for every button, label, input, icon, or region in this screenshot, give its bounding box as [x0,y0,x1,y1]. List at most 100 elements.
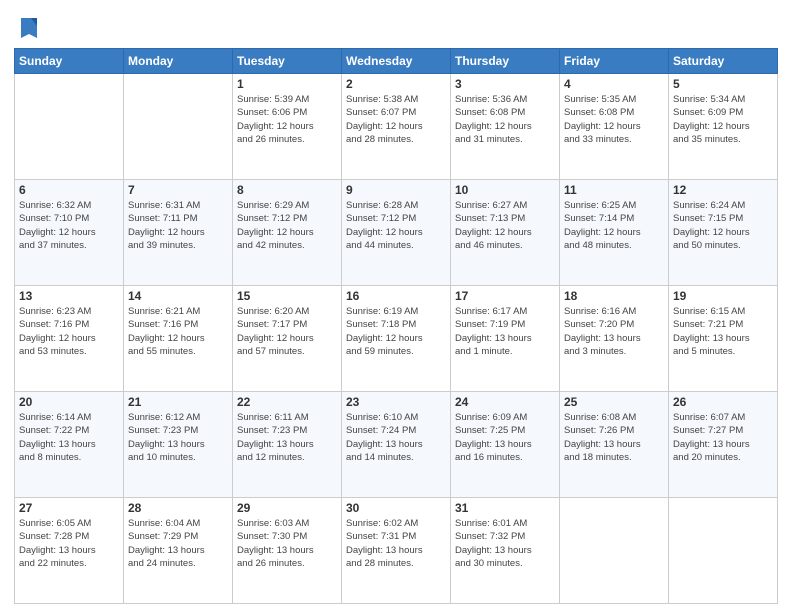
day-number: 2 [346,77,446,91]
day-cell: 29 Sunrise: 6:03 AM Sunset: 7:30 PM Dayli… [233,498,342,604]
day-cell: 21 Sunrise: 6:12 AM Sunset: 7:23 PM Dayli… [124,392,233,498]
day-cell: 16Sunrise: 6:19 AM Sunset: 7:18 PM Dayli… [342,286,451,392]
day-info: Sunrise: 6:03 AM Sunset: 7:30 PM Dayligh… [237,517,337,570]
day-number: 9 [346,183,446,197]
day-info: Sunrise: 6:01 AM Sunset: 7:32 PM Dayligh… [455,517,555,570]
day-number: 14 [128,289,228,303]
day-number: 20 [19,395,119,409]
calendar-body: 1 Sunrise: 5:39 AM Sunset: 6:06 PM Daylig… [15,74,778,604]
day-number: 16 [346,289,446,303]
day-cell: 24Sunrise: 6:09 AM Sunset: 7:25 PM Dayli… [451,392,560,498]
day-cell [15,74,124,180]
header-cell-tuesday: Tuesday [233,49,342,74]
day-number: 18 [564,289,664,303]
day-info: Sunrise: 6:05 AM Sunset: 7:28 PM Dayligh… [19,517,119,570]
day-number: 1 [237,77,337,91]
day-number: 22 [237,395,337,409]
day-number: 23 [346,395,446,409]
day-cell: 4 Sunrise: 5:35 AM Sunset: 6:08 PM Daylig… [560,74,669,180]
week-row-4: 20 Sunrise: 6:14 AM Sunset: 7:22 PM Dayli… [15,392,778,498]
day-cell: 31 Sunrise: 6:01 AM Sunset: 7:32 PM Dayli… [451,498,560,604]
header-cell-wednesday: Wednesday [342,49,451,74]
day-number: 4 [564,77,664,91]
day-info: Sunrise: 6:17 AM Sunset: 7:19 PM Dayligh… [455,305,555,358]
day-info: Sunrise: 6:02 AM Sunset: 7:31 PM Dayligh… [346,517,446,570]
week-row-2: 6Sunrise: 6:32 AM Sunset: 7:10 PM Daylig… [15,180,778,286]
day-info: Sunrise: 6:23 AM Sunset: 7:16 PM Dayligh… [19,305,119,358]
day-info: Sunrise: 6:14 AM Sunset: 7:22 PM Dayligh… [19,411,119,464]
day-number: 12 [673,183,773,197]
day-number: 31 [455,501,555,515]
day-number: 10 [455,183,555,197]
day-info: Sunrise: 6:28 AM Sunset: 7:12 PM Dayligh… [346,199,446,252]
day-info: Sunrise: 5:36 AM Sunset: 6:08 PM Dayligh… [455,93,555,146]
header-cell-monday: Monday [124,49,233,74]
day-info: Sunrise: 6:16 AM Sunset: 7:20 PM Dayligh… [564,305,664,358]
day-info: Sunrise: 6:29 AM Sunset: 7:12 PM Dayligh… [237,199,337,252]
week-row-1: 1 Sunrise: 5:39 AM Sunset: 6:06 PM Daylig… [15,74,778,180]
day-number: 30 [346,501,446,515]
day-cell: 19 Sunrise: 6:15 AM Sunset: 7:21 PM Dayli… [669,286,778,392]
day-cell: 18 Sunrise: 6:16 AM Sunset: 7:20 PM Dayli… [560,286,669,392]
day-cell [124,74,233,180]
day-cell: 10Sunrise: 6:27 AM Sunset: 7:13 PM Dayli… [451,180,560,286]
header-cell-saturday: Saturday [669,49,778,74]
day-cell: 7 Sunrise: 6:31 AM Sunset: 7:11 PM Daylig… [124,180,233,286]
day-info: Sunrise: 6:15 AM Sunset: 7:21 PM Dayligh… [673,305,773,358]
day-cell: 2 Sunrise: 5:38 AM Sunset: 6:07 PM Daylig… [342,74,451,180]
day-cell [560,498,669,604]
day-cell: 25 Sunrise: 6:08 AM Sunset: 7:26 PM Dayli… [560,392,669,498]
day-info: Sunrise: 6:10 AM Sunset: 7:24 PM Dayligh… [346,411,446,464]
day-number: 7 [128,183,228,197]
header-cell-thursday: Thursday [451,49,560,74]
day-number: 8 [237,183,337,197]
calendar-header: SundayMondayTuesdayWednesdayThursdayFrid… [15,49,778,74]
day-info: Sunrise: 5:34 AM Sunset: 6:09 PM Dayligh… [673,93,773,146]
day-cell: 27 Sunrise: 6:05 AM Sunset: 7:28 PM Dayli… [15,498,124,604]
day-cell: 12Sunrise: 6:24 AM Sunset: 7:15 PM Dayli… [669,180,778,286]
day-info: Sunrise: 6:21 AM Sunset: 7:16 PM Dayligh… [128,305,228,358]
day-cell: 23 Sunrise: 6:10 AM Sunset: 7:24 PM Dayli… [342,392,451,498]
day-number: 11 [564,183,664,197]
day-cell: 13Sunrise: 6:23 AM Sunset: 7:16 PM Dayli… [15,286,124,392]
day-number: 25 [564,395,664,409]
day-cell: 14 Sunrise: 6:21 AM Sunset: 7:16 PM Dayli… [124,286,233,392]
week-row-3: 13Sunrise: 6:23 AM Sunset: 7:16 PM Dayli… [15,286,778,392]
day-info: Sunrise: 6:12 AM Sunset: 7:23 PM Dayligh… [128,411,228,464]
day-cell: 28Sunrise: 6:04 AM Sunset: 7:29 PM Dayli… [124,498,233,604]
day-info: Sunrise: 6:08 AM Sunset: 7:26 PM Dayligh… [564,411,664,464]
day-cell: 9 Sunrise: 6:28 AM Sunset: 7:12 PM Daylig… [342,180,451,286]
page: SundayMondayTuesdayWednesdayThursdayFrid… [0,0,792,612]
day-cell: 15 Sunrise: 6:20 AM Sunset: 7:17 PM Dayli… [233,286,342,392]
header [14,10,778,42]
day-number: 21 [128,395,228,409]
day-info: Sunrise: 5:35 AM Sunset: 6:08 PM Dayligh… [564,93,664,146]
day-info: Sunrise: 6:25 AM Sunset: 7:14 PM Dayligh… [564,199,664,252]
day-number: 19 [673,289,773,303]
day-number: 17 [455,289,555,303]
day-cell: 5 Sunrise: 5:34 AM Sunset: 6:09 PM Daylig… [669,74,778,180]
header-row: SundayMondayTuesdayWednesdayThursdayFrid… [15,49,778,74]
day-cell: 22 Sunrise: 6:11 AM Sunset: 7:23 PM Dayli… [233,392,342,498]
day-number: 15 [237,289,337,303]
day-info: Sunrise: 6:31 AM Sunset: 7:11 PM Dayligh… [128,199,228,252]
day-info: Sunrise: 6:09 AM Sunset: 7:25 PM Dayligh… [455,411,555,464]
calendar-table: SundayMondayTuesdayWednesdayThursdayFrid… [14,48,778,604]
day-info: Sunrise: 5:38 AM Sunset: 6:07 PM Dayligh… [346,93,446,146]
day-cell: 6Sunrise: 6:32 AM Sunset: 7:10 PM Daylig… [15,180,124,286]
day-info: Sunrise: 5:39 AM Sunset: 6:06 PM Dayligh… [237,93,337,146]
day-info: Sunrise: 6:04 AM Sunset: 7:29 PM Dayligh… [128,517,228,570]
day-cell: 17 Sunrise: 6:17 AM Sunset: 7:19 PM Dayli… [451,286,560,392]
day-cell: 20 Sunrise: 6:14 AM Sunset: 7:22 PM Dayli… [15,392,124,498]
day-number: 29 [237,501,337,515]
logo-icon [17,14,41,42]
day-cell: 3Sunrise: 5:36 AM Sunset: 6:08 PM Daylig… [451,74,560,180]
header-cell-friday: Friday [560,49,669,74]
day-info: Sunrise: 6:20 AM Sunset: 7:17 PM Dayligh… [237,305,337,358]
day-info: Sunrise: 6:11 AM Sunset: 7:23 PM Dayligh… [237,411,337,464]
day-cell [669,498,778,604]
day-cell: 30 Sunrise: 6:02 AM Sunset: 7:31 PM Dayli… [342,498,451,604]
day-number: 5 [673,77,773,91]
day-number: 27 [19,501,119,515]
header-cell-sunday: Sunday [15,49,124,74]
